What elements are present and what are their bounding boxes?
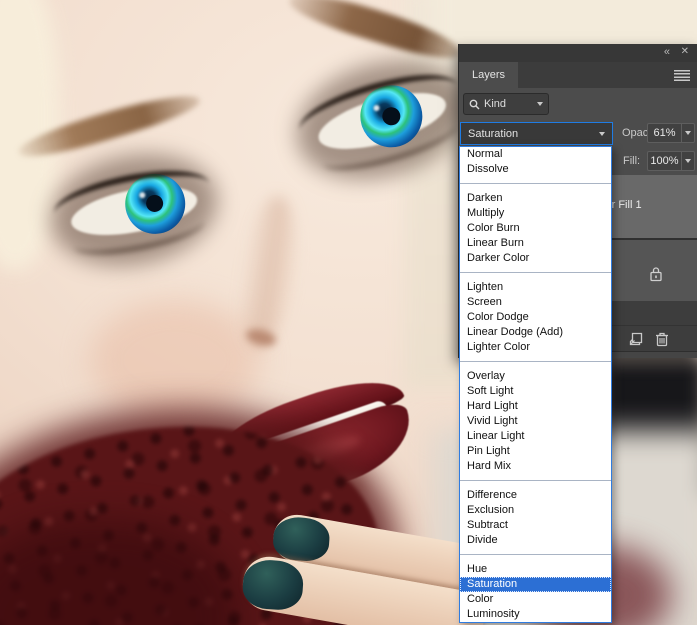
blend-option-subtract[interactable]: Subtract xyxy=(460,518,611,533)
blend-option-vivid-light[interactable]: Vivid Light xyxy=(460,414,611,429)
blend-option-difference[interactable]: Difference xyxy=(460,488,611,503)
screenshot-stage: « ✕ Layers Kind T xyxy=(0,0,697,625)
menu-separator xyxy=(460,548,611,562)
photo-left-eye xyxy=(41,140,227,280)
chevron-down-icon xyxy=(537,102,543,106)
close-icon[interactable]: ✕ xyxy=(681,46,689,57)
blend-option-color-dodge[interactable]: Color Dodge xyxy=(460,310,611,325)
opacity-value-field[interactable]: 61% xyxy=(647,123,681,143)
fill-label: Fill: xyxy=(623,155,641,167)
collapse-double-arrow-icon[interactable]: « xyxy=(664,46,670,58)
search-icon xyxy=(469,99,480,109)
opacity-dropdown-button[interactable] xyxy=(681,123,695,143)
layer-filter-row: Kind T xyxy=(459,88,697,159)
blend-option-hard-mix[interactable]: Hard Mix xyxy=(460,459,611,474)
panel-tab-bar: Layers xyxy=(459,62,697,88)
new-layer-icon[interactable] xyxy=(628,331,644,347)
blend-option-linear-light[interactable]: Linear Light xyxy=(460,429,611,444)
blend-option-pin-light[interactable]: Pin Light xyxy=(460,444,611,459)
trash-icon[interactable] xyxy=(654,331,670,347)
blend-option-linear-dodge-add-[interactable]: Linear Dodge (Add) xyxy=(460,325,611,340)
blend-option-exclusion[interactable]: Exclusion xyxy=(460,503,611,518)
blend-mode-row: Saturation Opacity: 61% xyxy=(459,120,697,147)
blend-option-color[interactable]: Color xyxy=(460,592,611,607)
menu-separator xyxy=(460,474,611,488)
blend-option-luminosity[interactable]: Luminosity xyxy=(460,607,611,622)
blend-option-lighter-color[interactable]: Lighter Color xyxy=(460,340,611,355)
chevron-down-icon xyxy=(599,131,605,136)
blend-option-divide[interactable]: Divide xyxy=(460,533,611,548)
blend-option-saturation[interactable]: Saturation xyxy=(460,577,611,592)
panel-header-bar: « ✕ xyxy=(459,44,697,62)
fill-value-field[interactable]: 100% xyxy=(647,151,681,171)
fill-dropdown-button[interactable] xyxy=(681,151,695,171)
blend-option-linear-burn[interactable]: Linear Burn xyxy=(460,236,611,251)
filter-kind-dropdown[interactable]: Kind xyxy=(463,93,549,115)
blend-option-lighten[interactable]: Lighten xyxy=(460,280,611,295)
blend-option-hard-light[interactable]: Hard Light xyxy=(460,399,611,414)
blend-mode-menu: Normal Dissolve Darken Multiply Color Burn Li… xyxy=(459,146,612,623)
blend-option-color-burn[interactable]: Color Burn xyxy=(460,221,611,236)
blend-option-darker-color[interactable]: Darker Color xyxy=(460,251,611,266)
blend-option-overlay[interactable]: Overlay xyxy=(460,369,611,384)
chevron-down-icon xyxy=(685,131,691,135)
menu-separator xyxy=(460,266,611,280)
blend-option-soft-light[interactable]: Soft Light xyxy=(460,384,611,399)
blend-option-darken[interactable]: Darken xyxy=(460,191,611,206)
blend-option-hue[interactable]: Hue xyxy=(460,562,611,577)
photo-nose-shading xyxy=(231,192,305,353)
chevron-down-icon xyxy=(685,159,691,163)
menu-separator xyxy=(460,355,611,369)
panel-menu-icon[interactable] xyxy=(674,70,690,81)
menu-separator xyxy=(460,177,611,191)
padlock-icon xyxy=(649,266,663,282)
blend-mode-value: Saturation xyxy=(468,127,519,140)
blend-option-screen[interactable]: Screen xyxy=(460,295,611,310)
blend-option-dissolve[interactable]: Dissolve xyxy=(460,162,611,177)
blend-option-normal[interactable]: Normal xyxy=(460,147,611,162)
tab-layers[interactable]: Layers xyxy=(459,62,519,88)
blend-mode-dropdown[interactable]: Saturation xyxy=(460,122,613,145)
blend-option-multiply[interactable]: Multiply xyxy=(460,206,611,221)
filter-kind-label: Kind xyxy=(484,98,507,110)
